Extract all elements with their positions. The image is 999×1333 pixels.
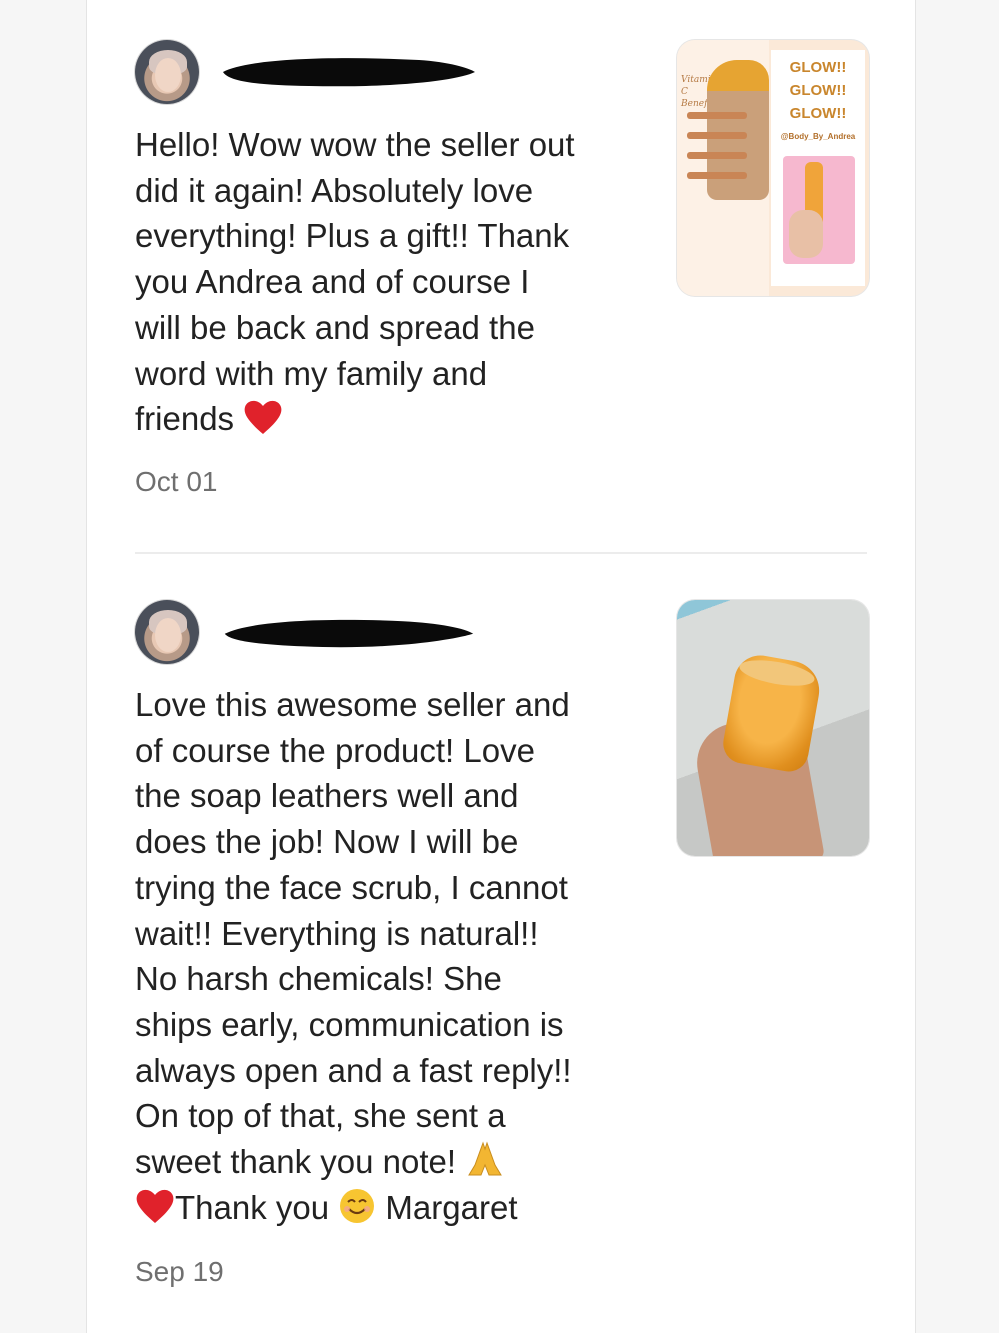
- review-photo[interactable]: [677, 600, 869, 856]
- reviews-card: Hello! Wow wow the seller out did it aga…: [86, 0, 916, 1333]
- photo-glow-text: GLOW!! GLOW!! GLOW!!: [789, 59, 847, 122]
- reviewer-avatar[interactable]: [135, 40, 199, 104]
- redacted-reviewer-name: [224, 619, 474, 648]
- smiling-face-icon: [340, 1188, 375, 1223]
- heart-icon: [136, 1189, 174, 1223]
- praying-hands-icon: [468, 1141, 503, 1176]
- review-divider: [135, 552, 867, 554]
- redacted-reviewer-name: [223, 58, 475, 87]
- review-date: Sep 19: [135, 1256, 224, 1287]
- review-text: Hello! Wow wow the seller out did it aga…: [135, 126, 575, 438]
- review-text: Love this awesome seller and of course t…: [135, 686, 572, 1226]
- review-date: Oct 01: [135, 466, 218, 497]
- reviewer-avatar[interactable]: [135, 600, 199, 664]
- review-photo[interactable]: Vitamin C Benefits GLOW!! GLOW!! GLOW!! …: [677, 40, 869, 296]
- photo-handle-text: @Body_By_Andrea: [780, 132, 856, 141]
- heart-icon: [244, 401, 282, 435]
